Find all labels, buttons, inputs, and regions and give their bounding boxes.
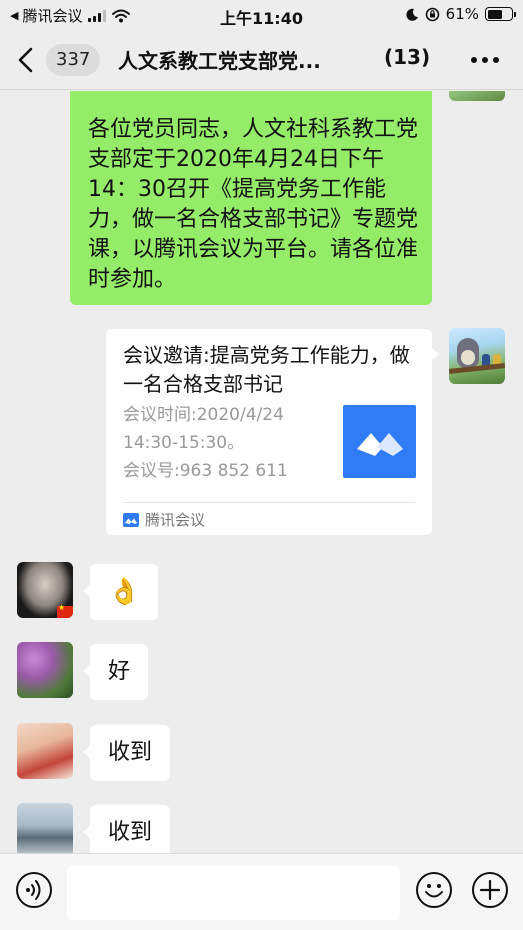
card-title: 会议邀请:提高党务工作能力，做一名合格支部书记 bbox=[123, 343, 410, 396]
chat-header: 337 人文系教工党支部党... (13) bbox=[0, 30, 523, 90]
my-avatar[interactable] bbox=[449, 328, 505, 384]
card-meeting-time-range: 14:30-15:30。 bbox=[123, 433, 245, 453]
message-row: 好 bbox=[0, 642, 523, 702]
card-meeting-id: 会议号:963 852 611 bbox=[123, 461, 288, 481]
status-right: 61% bbox=[406, 5, 516, 23]
ok-hand-icon: 👌 bbox=[108, 577, 141, 607]
moon-icon bbox=[406, 8, 418, 21]
sender-avatar[interactable] bbox=[17, 723, 73, 779]
message-bubble[interactable]: 👌 bbox=[82, 564, 159, 620]
china-flag-icon bbox=[57, 603, 73, 618]
message-bubble[interactable]: 收到 bbox=[82, 725, 171, 781]
input-bar bbox=[0, 853, 523, 930]
message-bubble[interactable]: 好 bbox=[82, 644, 149, 700]
card-source-label: 腾讯会议 bbox=[145, 511, 206, 529]
chevron-left-icon[interactable] bbox=[14, 46, 40, 74]
plus-icon[interactable] bbox=[472, 872, 508, 908]
member-count: (13) bbox=[384, 45, 431, 69]
message-row: 收到 bbox=[0, 803, 523, 853]
emoji-icon[interactable] bbox=[416, 872, 452, 908]
message-row: 👌 bbox=[0, 562, 523, 622]
battery-percent: 61% bbox=[445, 5, 479, 23]
sender-avatar[interactable] bbox=[17, 642, 73, 698]
my-avatar[interactable] bbox=[449, 91, 505, 101]
sender-avatar[interactable] bbox=[17, 562, 73, 618]
tencent-meeting-logo-icon bbox=[343, 405, 416, 478]
chat-title: 人文系教工党支部党... bbox=[118, 49, 321, 73]
sender-avatar[interactable] bbox=[17, 803, 73, 853]
status-bar: ◀ 腾讯会议 上午11:40 61% bbox=[0, 0, 523, 30]
message-bubble[interactable]: 收到 bbox=[82, 805, 171, 853]
card-meeting-time: 会议时间:2020/4/24 bbox=[123, 405, 284, 425]
message-input[interactable] bbox=[67, 866, 400, 920]
unread-count-badge[interactable]: 337 bbox=[46, 44, 101, 76]
meeting-invitation-card[interactable]: 会议邀请:提高党务工作能力，做一名合格支部书记 会议时间:2020/4/24 1… bbox=[106, 329, 439, 535]
card-source: 腾讯会议 bbox=[123, 509, 205, 530]
message-row: 收到 bbox=[0, 723, 523, 783]
chat-messages[interactable]: 各位党员同志，人文社科系教工党支部定于2020年4月24日下午14：30召开《提… bbox=[0, 91, 523, 853]
rotation-lock-icon bbox=[425, 7, 439, 21]
card-divider bbox=[123, 502, 415, 503]
tencent-meeting-small-icon bbox=[123, 512, 139, 527]
more-dots-icon[interactable] bbox=[471, 57, 499, 63]
voice-icon[interactable] bbox=[16, 872, 52, 908]
battery-icon bbox=[485, 7, 516, 21]
announcement-message[interactable]: 各位党员同志，人文社科系教工党支部定于2020年4月24日下午14：30召开《提… bbox=[70, 91, 432, 305]
